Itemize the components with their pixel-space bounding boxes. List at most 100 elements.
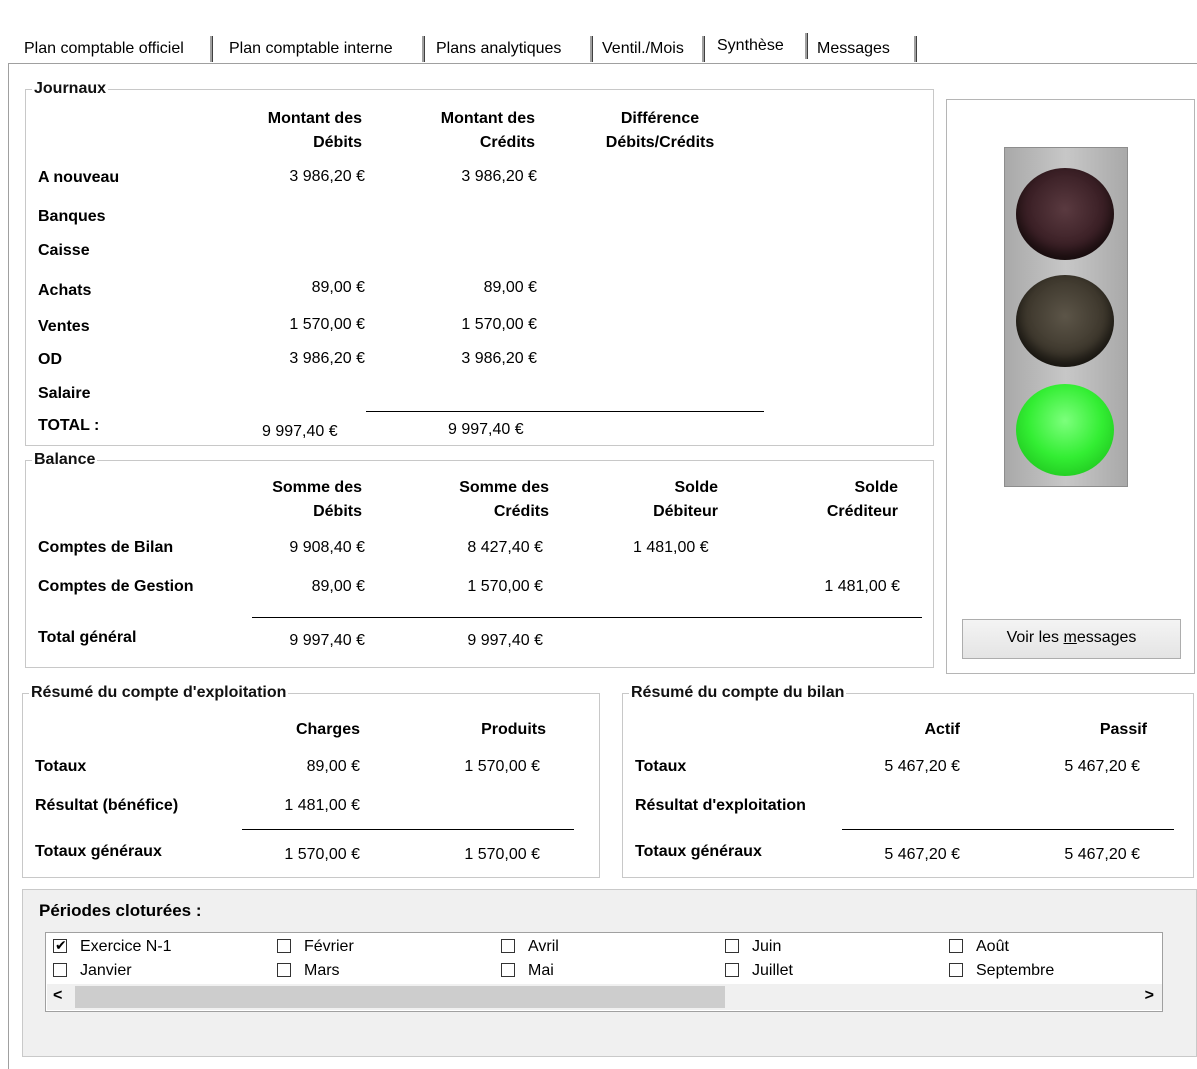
journal-row-label: Achats — [38, 282, 92, 299]
tab-synthese[interactable]: Synthèse — [712, 31, 808, 61]
bilan-resultat-label: Résultat d'exploitation — [635, 797, 806, 814]
exploitation-header-produits: Produits — [481, 721, 546, 738]
journaux-header-debits: Débits — [313, 134, 362, 151]
periode-label: Exercice N-1 — [80, 938, 172, 955]
bilan-total-rule — [842, 829, 1174, 830]
periode-label: Mai — [528, 962, 554, 979]
yellow-lamp-icon — [1016, 275, 1114, 367]
tab-plans-analytiques[interactable]: Plans analytiques — [432, 34, 593, 64]
periode-checkbox[interactable] — [277, 939, 291, 953]
traffic-light-icon — [1004, 147, 1128, 487]
periode-checkbox[interactable] — [53, 963, 67, 977]
balance-header-solde-crediteur: Solde — [854, 479, 898, 496]
periode-checkbox[interactable] — [725, 939, 739, 953]
periodes-horizontal-scrollbar[interactable]: < > — [47, 984, 1162, 1010]
tab-plan-comptable-officiel[interactable]: Plan comptable officiel — [20, 34, 213, 64]
balance-header-solde-debiteur: Débiteur — [653, 503, 718, 520]
balance-row-solde-debiteur: 1 481,00 € — [633, 539, 709, 556]
balance-header-credits: Somme des — [459, 479, 549, 496]
periode-label: Septembre — [976, 962, 1055, 979]
journal-row-label: Banques — [38, 208, 106, 225]
tab-plan-comptable-interne[interactable]: Plan comptable interne — [225, 34, 425, 64]
journal-row-credit: 3 986,20 € — [461, 168, 537, 185]
periode-label: Février — [304, 938, 354, 955]
periode-checkbox[interactable]: ✔ — [53, 937, 67, 953]
journaux-header-credits: Montant des — [440, 110, 535, 127]
bilan-header-passif: Passif — [1099, 721, 1147, 738]
journal-row-debit: 3 986,20 € — [289, 168, 365, 185]
journal-row-debit: 1 570,00 € — [289, 316, 365, 333]
exploitation-resultat-charges: 1 481,00 € — [284, 797, 360, 814]
journal-row-debit: 3 986,20 € — [289, 350, 365, 367]
journal-row-credit: 1 570,00 € — [461, 316, 537, 333]
journal-row-label: Caisse — [38, 242, 90, 259]
tab-label: Messages — [817, 40, 890, 57]
bilan-header-actif: Actif — [924, 721, 960, 738]
green-lamp-icon — [1016, 384, 1114, 476]
red-lamp-icon — [1016, 168, 1114, 260]
voir-messages-button[interactable]: Voir les messages — [962, 619, 1181, 659]
periode-checkbox[interactable] — [277, 963, 291, 977]
balance-row-credit: 1 570,00 € — [467, 578, 543, 595]
scroll-right-arrow-icon[interactable]: > — [1145, 987, 1154, 1005]
periode-label: Août — [976, 938, 1009, 955]
exploitation-totaux-charges: 89,00 € — [306, 758, 360, 775]
balance-row-solde-crediteur: 1 481,00 € — [824, 578, 900, 595]
journal-row-debit: 89,00 € — [311, 279, 365, 296]
balance-row-debit: 89,00 € — [311, 578, 365, 595]
journaux-header-difference: Débits/Crédits — [605, 134, 715, 151]
periodes-title: Périodes cloturées : — [39, 901, 202, 920]
journaux-total-label: TOTAL : — [38, 417, 100, 434]
balance-header-solde-crediteur: Créditeur — [826, 503, 898, 520]
journal-row-label: A nouveau — [38, 169, 120, 186]
tab-label: Plans analytiques — [436, 40, 562, 57]
tab-label: Plan comptable interne — [229, 40, 393, 57]
button-mnemonic: m — [1063, 629, 1077, 646]
check-icon: ✔ — [55, 937, 67, 953]
bilan-generaux-passif: 5 467,20 € — [1064, 846, 1140, 863]
periode-checkbox[interactable] — [725, 963, 739, 977]
journaux-header-debits: Montant des — [267, 110, 362, 127]
periode-checkbox[interactable] — [501, 963, 515, 977]
journal-row-credit: 89,00 € — [483, 279, 537, 296]
tab-messages[interactable]: Messages — [813, 34, 917, 64]
periode-checkbox[interactable] — [501, 939, 515, 953]
balance-row-label: Comptes de Gestion — [38, 578, 194, 595]
tab-label: Synthèse — [717, 37, 784, 54]
exploitation-header-charges: Charges — [295, 721, 360, 738]
balance-row-debit: 9 908,40 € — [289, 539, 365, 556]
balance-total-credit: 9 997,40 € — [467, 632, 543, 649]
exploitation-generaux-produits: 1 570,00 € — [464, 846, 540, 863]
balance-header-debits: Somme des — [272, 479, 362, 496]
scroll-left-arrow-icon[interactable]: < — [53, 987, 62, 1005]
journal-row-credit: 3 986,20 € — [461, 350, 537, 367]
balance-row-credit: 8 427,40 € — [467, 539, 543, 556]
balance-total-debit: 9 997,40 € — [289, 632, 365, 649]
balance-header-solde-debiteur: Solde — [674, 479, 718, 496]
journaux-header-difference: Différence — [620, 110, 700, 127]
scrollbar-thumb[interactable] — [75, 986, 725, 1008]
exploitation-totaux-produits: 1 570,00 € — [464, 758, 540, 775]
tab-bar: Plan comptable officiel Plan comptable i… — [0, 0, 1197, 68]
balance-header-debits: Débits — [313, 503, 362, 520]
journaux-legend: Journaux — [32, 80, 109, 98]
tab-ventil-mois[interactable]: Ventil./Mois — [598, 34, 705, 64]
exploitation-totaux-label: Totaux — [35, 758, 87, 775]
bilan-totaux-actif: 5 467,20 € — [884, 758, 960, 775]
periode-label: Juin — [752, 938, 782, 955]
tab-label: Plan comptable officiel — [24, 40, 184, 57]
balance-total-label: Total général — [38, 629, 137, 646]
periode-checkbox[interactable] — [949, 939, 963, 953]
periode-label: Juillet — [752, 962, 793, 979]
exploitation-legend: Résumé du compte d'exploitation — [29, 684, 289, 702]
button-label: essages — [1076, 629, 1137, 646]
journaux-total-credit: 9 997,40 € — [448, 421, 524, 438]
bilan-totaux-passif: 5 467,20 € — [1064, 758, 1140, 775]
exploitation-resultat-label: Résultat (bénéfice) — [35, 797, 179, 814]
balance-legend: Balance — [32, 451, 98, 469]
bilan-generaux-label: Totaux généraux — [635, 843, 762, 860]
balance-row-label: Comptes de Bilan — [38, 539, 174, 556]
bilan-totaux-label: Totaux — [635, 758, 687, 775]
exploitation-total-rule — [242, 829, 574, 830]
periode-checkbox[interactable] — [949, 963, 963, 977]
